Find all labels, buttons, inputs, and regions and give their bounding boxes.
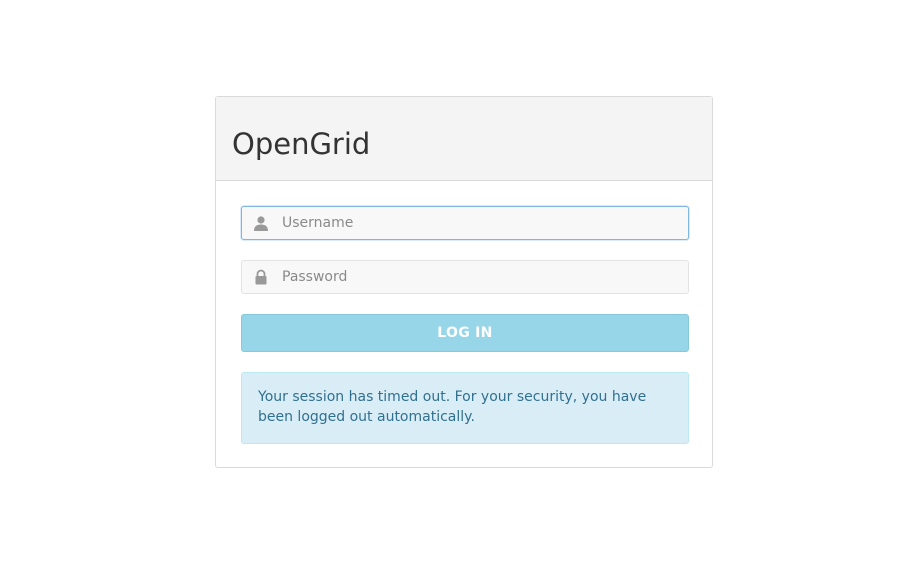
password-field[interactable] — [241, 260, 689, 294]
panel-heading: OpenGrid — [216, 97, 712, 181]
session-timeout-alert: Your session has timed out. For your sec… — [241, 372, 689, 444]
login-button[interactable]: LOG IN — [241, 314, 689, 352]
app-title: OpenGrid — [232, 127, 371, 161]
password-input[interactable] — [282, 261, 682, 293]
lock-icon — [253, 269, 269, 285]
username-input[interactable] — [282, 207, 682, 239]
username-field[interactable] — [241, 206, 689, 240]
login-panel: OpenGrid LOG IN Your session has timed o… — [215, 96, 713, 468]
user-icon — [253, 215, 269, 231]
